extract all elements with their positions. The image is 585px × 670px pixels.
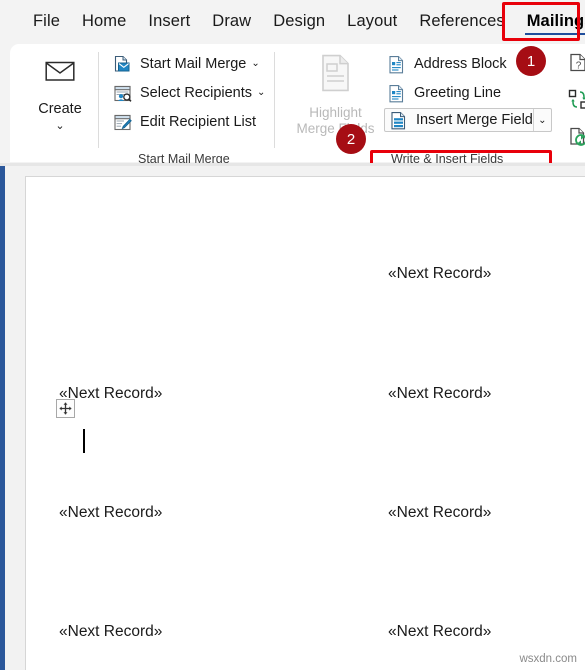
- chevron-down-icon[interactable]: ⌄: [251, 59, 259, 69]
- group-separator: [274, 52, 275, 148]
- tab-home[interactable]: Home: [71, 8, 137, 36]
- label-line-1: Highlight: [309, 105, 362, 120]
- merge-field-r3c1[interactable]: «Next Record»: [59, 504, 162, 522]
- tab-label: Home: [82, 12, 127, 30]
- tab-layout[interactable]: Layout: [336, 8, 408, 36]
- ribbon-button-select-recipients[interactable]: Select Recipients ⌄: [110, 79, 272, 107]
- ribbon-button-insert-merge-field[interactable]: Insert Merge Field ⌄: [384, 108, 552, 132]
- tab-label: File: [33, 12, 60, 30]
- command-label: Select Recipients: [140, 85, 253, 101]
- annotation-badge-1: 1: [516, 46, 546, 76]
- text-cursor: [83, 429, 85, 453]
- select-recipients-icon: [112, 83, 133, 104]
- ribbon-group-start-mail-merge: Start Mail Merge ⌄ Select Recipients ⌄ E…: [110, 50, 272, 137]
- active-tab-underline: [524, 32, 585, 35]
- chevron-down-icon[interactable]: ⌄: [55, 121, 64, 132]
- ribbon-button-create[interactable]: Create ⌄: [24, 50, 96, 154]
- match-fields-icon[interactable]: [568, 89, 585, 115]
- tab-insert[interactable]: Insert: [137, 8, 201, 36]
- start-mail-merge-icon: [112, 54, 133, 75]
- tab-label: Insert: [148, 12, 191, 30]
- ribbon-button-start-mail-merge[interactable]: Start Mail Merge ⌄: [110, 50, 272, 78]
- tab-label: Draw: [212, 12, 252, 30]
- ribbon-button-greeting-line[interactable]: Greeting Line: [384, 79, 554, 107]
- ribbon: Create ⌄ Start Mail Merge ⌄ Select Recip…: [0, 44, 585, 182]
- highlight-merge-fields-icon: [319, 54, 352, 97]
- update-labels-icon[interactable]: [568, 126, 585, 152]
- command-label: Start Mail Merge: [140, 56, 247, 72]
- annotation-badge-2: 2: [336, 124, 366, 154]
- command-label: Insert Merge Field: [416, 112, 533, 128]
- word-window: File Home Insert Draw Design Layout Refe…: [0, 0, 585, 670]
- merge-field-r4c1[interactable]: «Next Record»: [59, 623, 162, 641]
- document-area: «Next Record» «Next Record» «Next Record…: [0, 166, 585, 670]
- tab-draw[interactable]: Draw: [201, 8, 262, 36]
- command-label: Address Block: [414, 56, 507, 72]
- ribbon-tab-bar: File Home Insert Draw Design Layout Refe…: [0, 0, 585, 44]
- command-label: Greeting Line: [414, 85, 502, 101]
- tab-design[interactable]: Design: [262, 8, 336, 36]
- ribbon-rail-icons: ?: [568, 52, 585, 152]
- svg-text:?: ?: [576, 61, 582, 72]
- ribbon-button-edit-recipient-list[interactable]: Edit Recipient List: [110, 108, 272, 136]
- document-page[interactable]: «Next Record» «Next Record» «Next Record…: [25, 176, 585, 670]
- merge-field-r1c2[interactable]: «Next Record»: [388, 265, 491, 283]
- tab-label: Design: [273, 12, 326, 30]
- watermark: wsxdn.com: [519, 653, 577, 665]
- tab-file[interactable]: File: [22, 8, 71, 36]
- merge-field-r2c1[interactable]: «Next Record»: [59, 385, 162, 403]
- envelope-icon: [45, 60, 75, 87]
- address-block-icon: [386, 54, 407, 75]
- create-label: Create: [38, 101, 82, 117]
- tab-mailings[interactable]: Mailings: [516, 8, 585, 36]
- command-label: Edit Recipient List: [140, 114, 257, 130]
- chevron-down-icon[interactable]: ⌄: [257, 88, 265, 98]
- left-gutter: [5, 166, 25, 670]
- rules-icon[interactable]: ?: [568, 52, 585, 78]
- edit-recipient-list-icon: [112, 112, 133, 133]
- group-separator: [98, 52, 99, 148]
- tab-references[interactable]: References: [408, 8, 515, 36]
- tab-label: Mailings: [526, 12, 585, 30]
- tab-label: Layout: [347, 12, 398, 30]
- greeting-line-icon: [386, 83, 407, 104]
- merge-field-r2c2[interactable]: «Next Record»: [388, 385, 491, 403]
- ribbon-surface: Create ⌄ Start Mail Merge ⌄ Select Recip…: [10, 44, 585, 166]
- merge-field-r3c2[interactable]: «Next Record»: [388, 504, 491, 522]
- insert-merge-field-icon: [388, 110, 409, 131]
- tab-label: References: [419, 12, 505, 30]
- chevron-down-icon[interactable]: ⌄: [534, 115, 551, 126]
- merge-field-r4c2[interactable]: «Next Record»: [388, 623, 491, 641]
